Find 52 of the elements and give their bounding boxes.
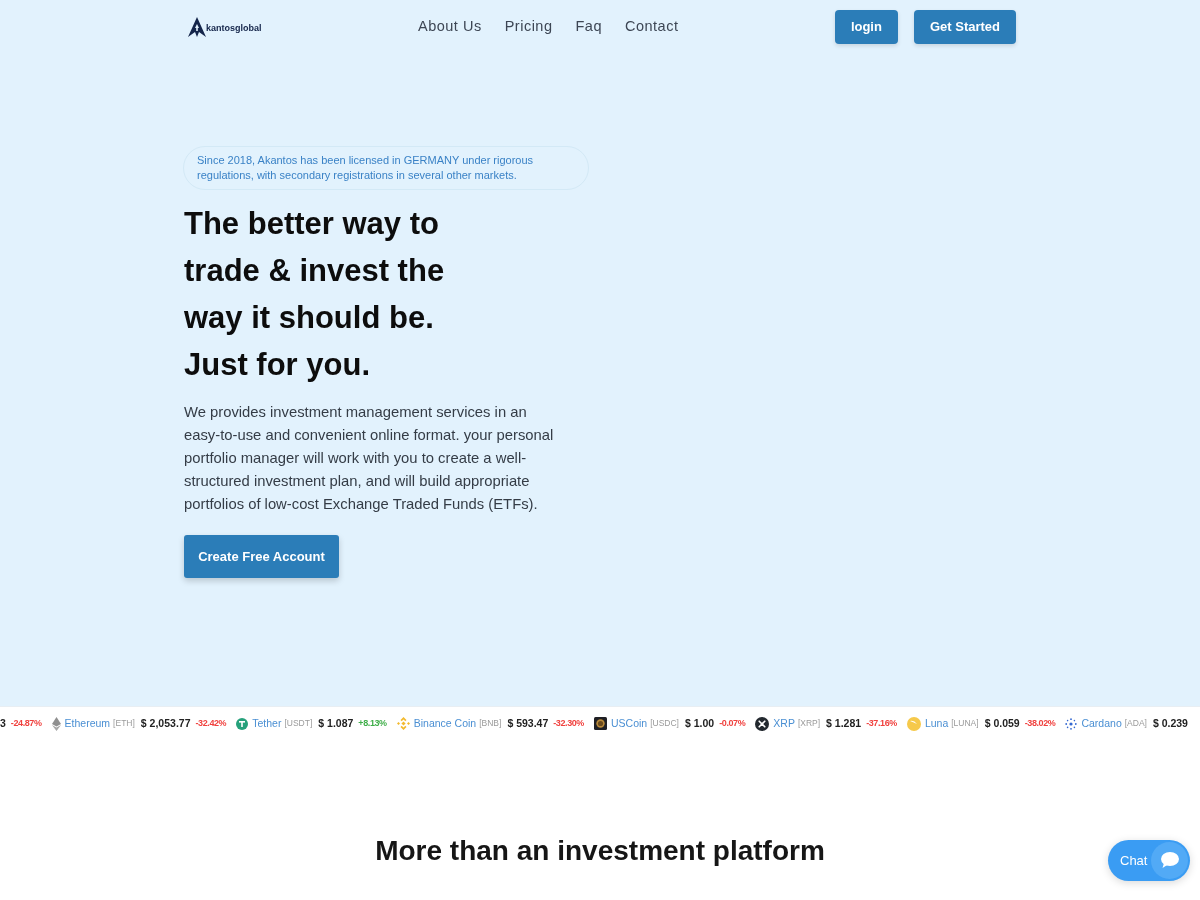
site-logo[interactable]: kantosglobal [188,16,262,37]
nav-link[interactable]: Faq [575,16,602,38]
nav-link[interactable]: About Us [418,16,482,38]
logo-text: kantosglobal [206,23,262,33]
coin-price: $ 0.239 [1152,715,1188,731]
chat-widget[interactable]: Chat [1108,840,1190,881]
logo-mark-icon [188,16,206,37]
coin-name[interactable]: Binance Coin [413,715,477,732]
hero-description: We provides investment management services in an easy-to-use and convenient online format. your personal portfolio manager will work with you to create a well-structured investment plan, and will build appropriate portfolios of low-cost Exchange Traded Funds (ETFs). [184,403,555,514]
coin-price: 3 [0,715,6,731]
x-circle-icon [755,716,770,731]
price-change: -32.30% [553,716,584,730]
diamond-icon [51,716,61,731]
coin-name[interactable]: USCoin [611,715,648,732]
get-started-button[interactable]: Get Started [913,9,1016,44]
chat-label: Chat [1120,851,1148,870]
coin-price: $ 1.00 [685,715,715,731]
coin-symbol: [USDC] [650,717,679,730]
starburst-icon [1065,717,1078,730]
price-change: -24.87% [10,716,42,730]
hero-headline: The better way to trade & invest the way it should be. Just for you. [184,205,445,384]
coin-price: $ 1.087 [318,715,354,731]
chat-bubble-icon [1151,842,1188,879]
nav-link[interactable]: Contact [625,16,679,38]
diamond-pattern-icon [396,717,410,730]
price-change: -38.02% [1024,716,1056,730]
coin-name[interactable]: Luna [924,715,949,732]
coin-name[interactable]: Tether [252,715,282,732]
coin-symbol: [ADA] [1124,717,1147,730]
nav-link[interactable]: Pricing [504,16,553,38]
coin-symbol: [LUNA] [951,717,979,730]
coin-symbol: [BNB] [479,717,502,730]
price-change: -0.07% [719,716,746,730]
coin-symbol: [XRP] [797,717,821,730]
coin-symbol: [ETH] [113,717,135,730]
crescent-icon [906,716,921,731]
coin-tile-icon [594,717,607,730]
coin-price: $ 1.281 [826,715,862,731]
coin-icon [236,717,249,730]
coin-symbol: [USDT] [284,717,313,730]
create-account-button[interactable]: Create Free Account [184,535,339,578]
price-change: -32.42% [195,716,227,730]
coin-name[interactable]: Ethereum [64,715,111,732]
section-title: More than an investment platform [375,834,825,868]
coin-name[interactable]: Cardano [1081,715,1122,732]
coin-name[interactable]: XRP [773,715,795,732]
price-change: +8.13% [358,716,387,730]
coin-price: $ 2,053.77 [140,715,191,731]
price-change: -37.16% [866,716,897,730]
coin-price: $ 0.059 [984,715,1020,731]
coin-price: $ 593.47 [507,715,549,731]
login-button[interactable]: login [834,9,898,44]
